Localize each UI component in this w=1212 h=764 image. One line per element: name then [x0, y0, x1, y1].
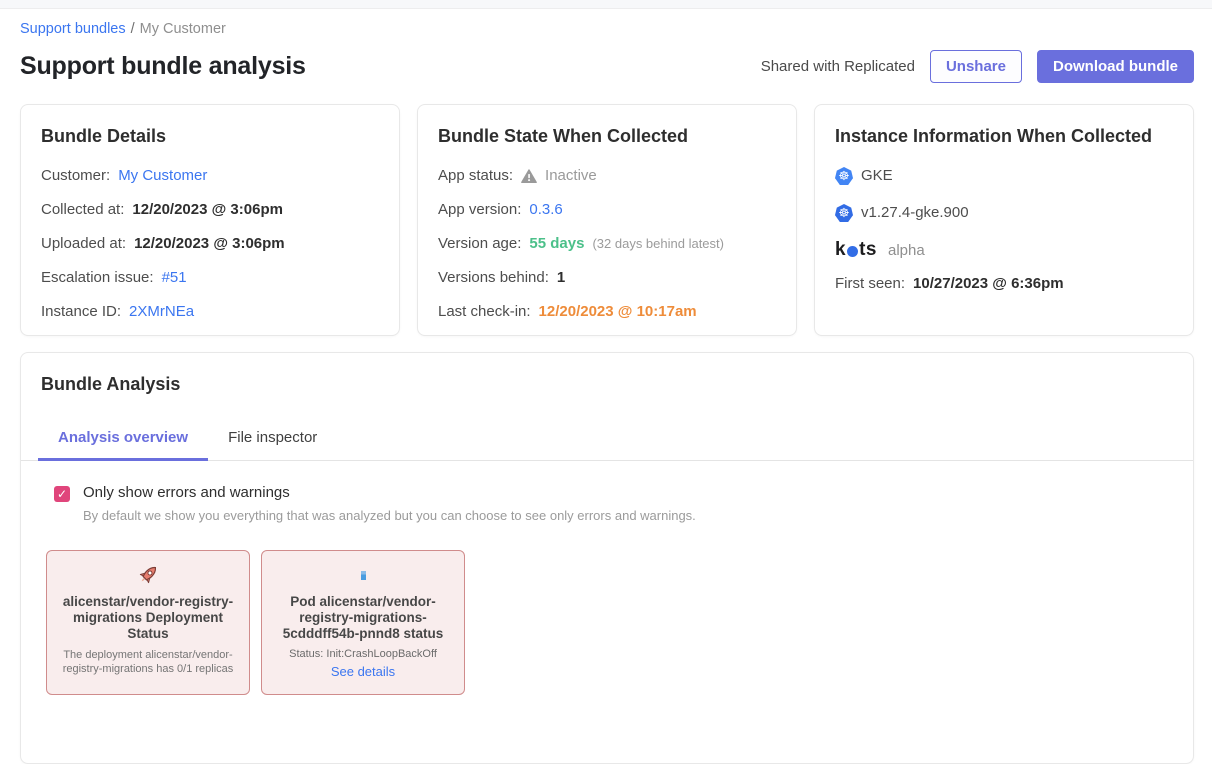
escalation-issue-label: Escalation issue: — [41, 268, 154, 288]
k8s-version-row: ☸ v1.27.4-gke.900 — [835, 203, 1173, 223]
bundle-details-title: Bundle Details — [41, 126, 379, 147]
bundle-state-title: Bundle State When Collected — [438, 126, 776, 147]
download-bundle-button[interactable]: Download bundle — [1037, 50, 1194, 83]
app-status-label: App status: — [438, 166, 513, 186]
app-version-row: App version: 0.3.6 — [438, 200, 776, 220]
collected-at-value: 12/20/2023 @ 3:06pm — [132, 200, 283, 220]
page-content: Support bundles / My Customer Support bund… — [0, 9, 1212, 764]
warning-triangle-icon — [521, 169, 537, 183]
kots-row: kts alpha — [835, 239, 1173, 261]
version-age-row: Version age: 55 days (32 days behind lat… — [438, 234, 776, 254]
first-seen-value: 10/27/2023 @ 6:36pm — [913, 274, 1064, 294]
last-checkin-value: 12/20/2023 @ 10:17am — [539, 302, 697, 322]
unshare-button[interactable]: Unshare — [930, 50, 1022, 83]
distribution-row: ☸ GKE — [835, 166, 1173, 186]
only-errors-checkbox[interactable]: ✓ — [54, 486, 70, 502]
breadcrumb: Support bundles / My Customer — [20, 21, 1194, 37]
versions-behind-label: Versions behind: — [438, 268, 549, 288]
analysis-results: alicenstar/vendor-registry-migrations De… — [21, 523, 1193, 695]
deployment-status-warning-card: alicenstar/vendor-registry-migrations De… — [46, 550, 250, 695]
first-seen-label: First seen: — [835, 274, 905, 294]
last-checkin-row: Last check-in: 12/20/2023 @ 10:17am — [438, 302, 776, 322]
customer-row: Customer: My Customer — [41, 166, 379, 186]
version-age-note: (32 days behind latest) — [592, 234, 724, 254]
version-age-value: 55 days — [529, 234, 584, 254]
app-status-row: App status: Inactive — [438, 166, 776, 186]
collected-at-row: Collected at: 12/20/2023 @ 3:06pm — [41, 200, 379, 220]
last-checkin-label: Last check-in: — [438, 302, 531, 322]
warning-status: Status: Init:CrashLoopBackOff — [275, 648, 451, 660]
collected-at-label: Collected at: — [41, 200, 124, 220]
kots-logo-k: k — [835, 239, 846, 261]
gke-icon: ☸ — [835, 167, 853, 185]
version-age-label: Version age: — [438, 234, 521, 254]
kubernetes-icon: ☸ — [835, 204, 853, 222]
bundle-details-card: Bundle Details Customer: My Customer Col… — [20, 104, 400, 336]
shared-status-text: Shared with Replicated — [761, 58, 915, 75]
app-version-label: App version: — [438, 200, 521, 220]
customer-link[interactable]: My Customer — [118, 166, 207, 186]
errors-warnings-filter: ✓ Only show errors and warnings By defau… — [21, 461, 1193, 523]
kots-logo: kts — [835, 239, 877, 261]
uploaded-at-value: 12/20/2023 @ 3:06pm — [134, 234, 285, 254]
kots-logo-ts: ts — [859, 239, 877, 261]
breadcrumb-support-bundles-link[interactable]: Support bundles — [20, 21, 126, 37]
warning-title: alicenstar/vendor-registry-migrations De… — [60, 594, 236, 642]
bundle-analysis-panel: Bundle Analysis Analysis overview File i… — [20, 352, 1194, 764]
app-version-link[interactable]: 0.3.6 — [529, 200, 562, 220]
tab-file-inspector[interactable]: File inspector — [208, 420, 337, 461]
instance-info-title: Instance Information When Collected — [835, 126, 1173, 147]
rocket-icon — [60, 562, 236, 588]
breadcrumb-current: My Customer — [140, 21, 226, 37]
warning-title: Pod alicenstar/vendor-registry-migration… — [275, 594, 451, 642]
uploaded-at-row: Uploaded at: 12/20/2023 @ 3:06pm — [41, 234, 379, 254]
top-strip — [0, 0, 1212, 9]
header-actions: Shared with Replicated Unshare Download … — [761, 50, 1194, 83]
customer-label: Customer: — [41, 166, 110, 186]
escalation-issue-link[interactable]: #51 — [162, 268, 187, 288]
escalation-issue-row: Escalation issue: #51 — [41, 268, 379, 288]
k8s-version-value: v1.27.4-gke.900 — [861, 203, 969, 223]
versions-behind-row: Versions behind: 1 — [438, 268, 776, 288]
instance-info-card: Instance Information When Collected ☸ GK… — [814, 104, 1194, 336]
kots-logo-o-icon — [847, 246, 858, 257]
instance-id-link[interactable]: 2XMrNEa — [129, 302, 194, 322]
instance-id-row: Instance ID: 2XMrNEa — [41, 302, 379, 322]
page-title: Support bundle analysis — [20, 52, 306, 81]
bundle-state-card: Bundle State When Collected App status: … — [417, 104, 797, 336]
analysis-tabs: Analysis overview File inspector — [21, 420, 1193, 461]
versions-behind-value: 1 — [557, 268, 565, 288]
first-seen-row: First seen: 10/27/2023 @ 6:36pm — [835, 274, 1173, 294]
tab-analysis-overview[interactable]: Analysis overview — [38, 420, 208, 461]
filter-label[interactable]: Only show errors and warnings — [83, 484, 696, 501]
bundle-analysis-title: Bundle Analysis — [21, 374, 1193, 395]
see-details-link[interactable]: See details — [331, 664, 395, 679]
breadcrumb-separator: / — [131, 21, 135, 37]
pod-status-warning-card: Pod alicenstar/vendor-registry-migration… — [261, 550, 465, 695]
pod-icon — [275, 562, 451, 588]
warning-body: The deployment alicenstar/vendor-registr… — [60, 648, 236, 677]
filter-description: By default we show you everything that w… — [83, 508, 696, 523]
page-header: Support bundle analysis Shared with Repl… — [20, 50, 1194, 83]
info-cards-row: Bundle Details Customer: My Customer Col… — [20, 104, 1194, 336]
filter-text: Only show errors and warnings By default… — [83, 484, 696, 523]
app-status-value: Inactive — [545, 166, 597, 186]
instance-id-label: Instance ID: — [41, 302, 121, 322]
kots-channel-tag: alpha — [888, 242, 925, 259]
uploaded-at-label: Uploaded at: — [41, 234, 126, 254]
distribution-value: GKE — [861, 166, 893, 186]
